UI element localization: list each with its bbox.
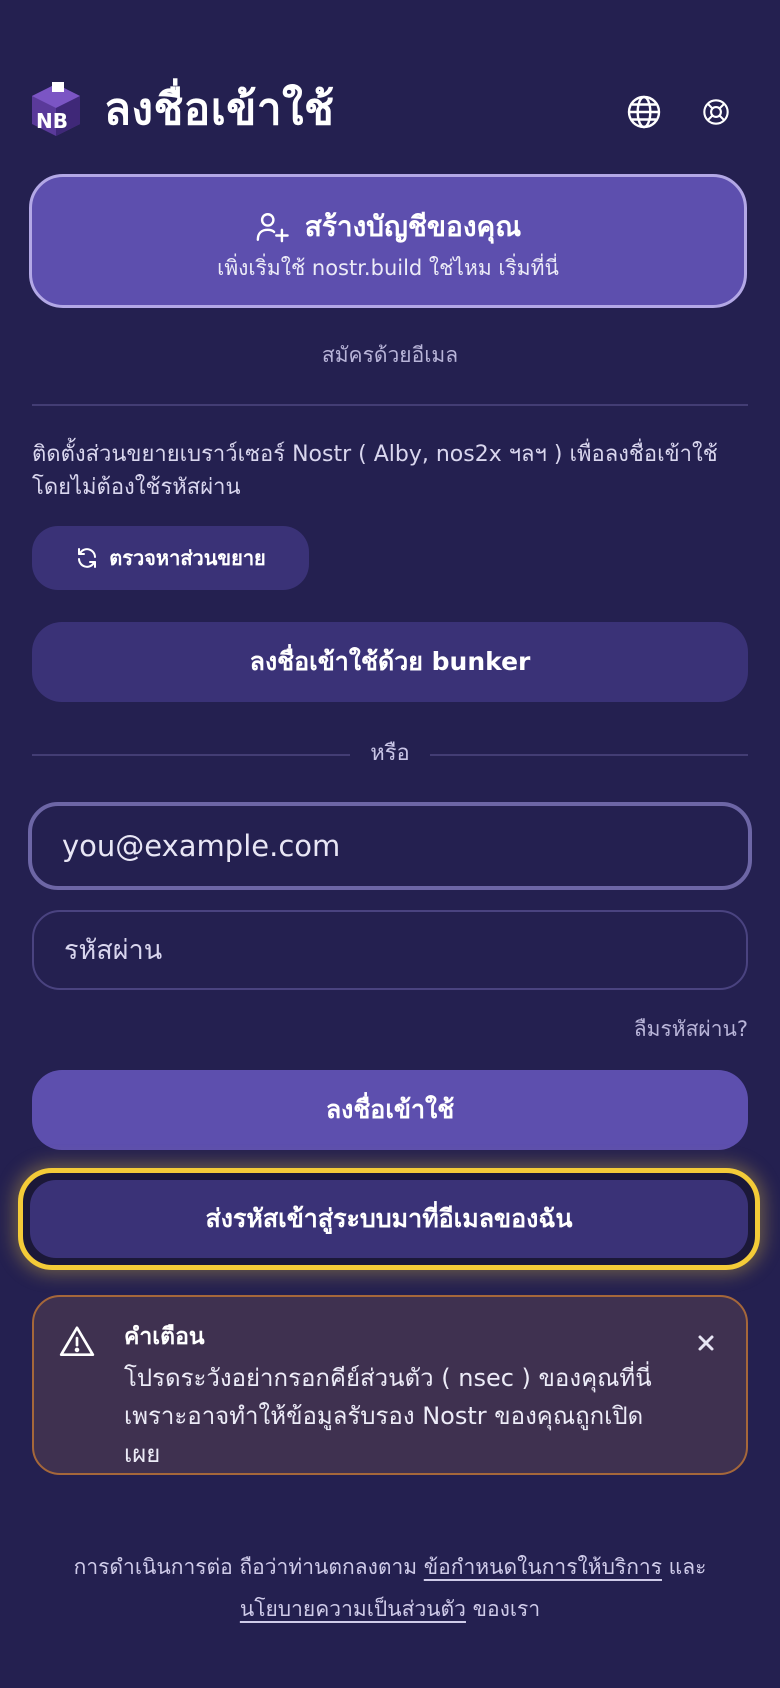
email-code-button[interactable]: ส่งรหัสเข้าสู่ระบบมาที่อีเมลของฉัน [30,1180,748,1258]
logo-text: NB [36,109,68,133]
close-warning-button[interactable] [692,1329,720,1357]
lifebuoy-icon [703,99,729,125]
terms-of-service-link[interactable]: ข้อกำหนดในการให้บริการ [424,1555,662,1579]
create-account-title: สร้างบัญชีของคุณ [304,210,522,243]
terms-suffix: ของเรา [472,1597,541,1621]
detect-extension-label: ตรวจหาส่วนขยาย [109,546,266,570]
or-divider-left [32,754,350,756]
email-signup-link[interactable]: สมัครด้วยอีเมล [0,340,780,370]
create-account-button[interactable]: สร้างบัญชีของคุณ เพิ่งเริ่มใช้ nostr.bui… [29,174,747,308]
warning-alert: คำเตือน โปรดระวังอย่ากรอกคีย์ส่วนตัว ( n… [32,1295,748,1475]
detect-extension-button[interactable]: ตรวจหาส่วนขยาย [32,526,309,590]
or-label: หรือ [370,741,410,766]
create-account-subtitle: เพิ่งเริ่มใช้ nostr.build ใช่ไหม เริ่มที… [217,256,559,280]
focus-ring: ส่งรหัสเข้าสู่ระบบมาที่อีเมลของฉัน [18,1168,760,1270]
divider [32,404,748,406]
privacy-policy-link[interactable]: นโยบายความเป็นส่วนตัว [240,1597,466,1621]
help-button[interactable] [692,88,740,136]
warning-triangle-icon [58,1323,96,1365]
or-divider-right [430,754,748,756]
email-input[interactable] [28,802,752,890]
extension-description: ติดตั้งส่วนขยายเบราว์เซอร์ Nostr ( Alby,… [32,442,718,500]
close-icon [698,1335,714,1351]
password-input[interactable] [32,910,748,990]
page-title: ลงชื่อเข้าใช้ [104,84,335,135]
forgot-password-link[interactable]: ลืมรหัสผ่าน? [634,1014,748,1044]
language-button[interactable] [620,88,668,136]
terms-and: และ [668,1555,707,1579]
warning-title: คำเตือน [124,1324,205,1350]
terms-prefix: การดำเนินการต่อ ถือว่าท่านตกลงตาม [73,1555,418,1579]
login-button[interactable]: ลงชื่อเข้าใช้ [32,1070,748,1150]
warning-body: โปรดระวังอย่ากรอกคีย์ส่วนตัว ( nsec ) ขอ… [124,1364,652,1468]
user-plus-icon [256,213,289,243]
globe-icon [627,95,661,129]
terms-notice: การดำเนินการต่อ ถือว่าท่านตกลงตาม ข้อกำห… [60,1546,720,1630]
refresh-icon [78,548,97,568]
app-logo: NB [30,82,82,138]
bunker-login-button[interactable]: ลงชื่อเข้าใช้ด้วย bunker [32,622,748,702]
